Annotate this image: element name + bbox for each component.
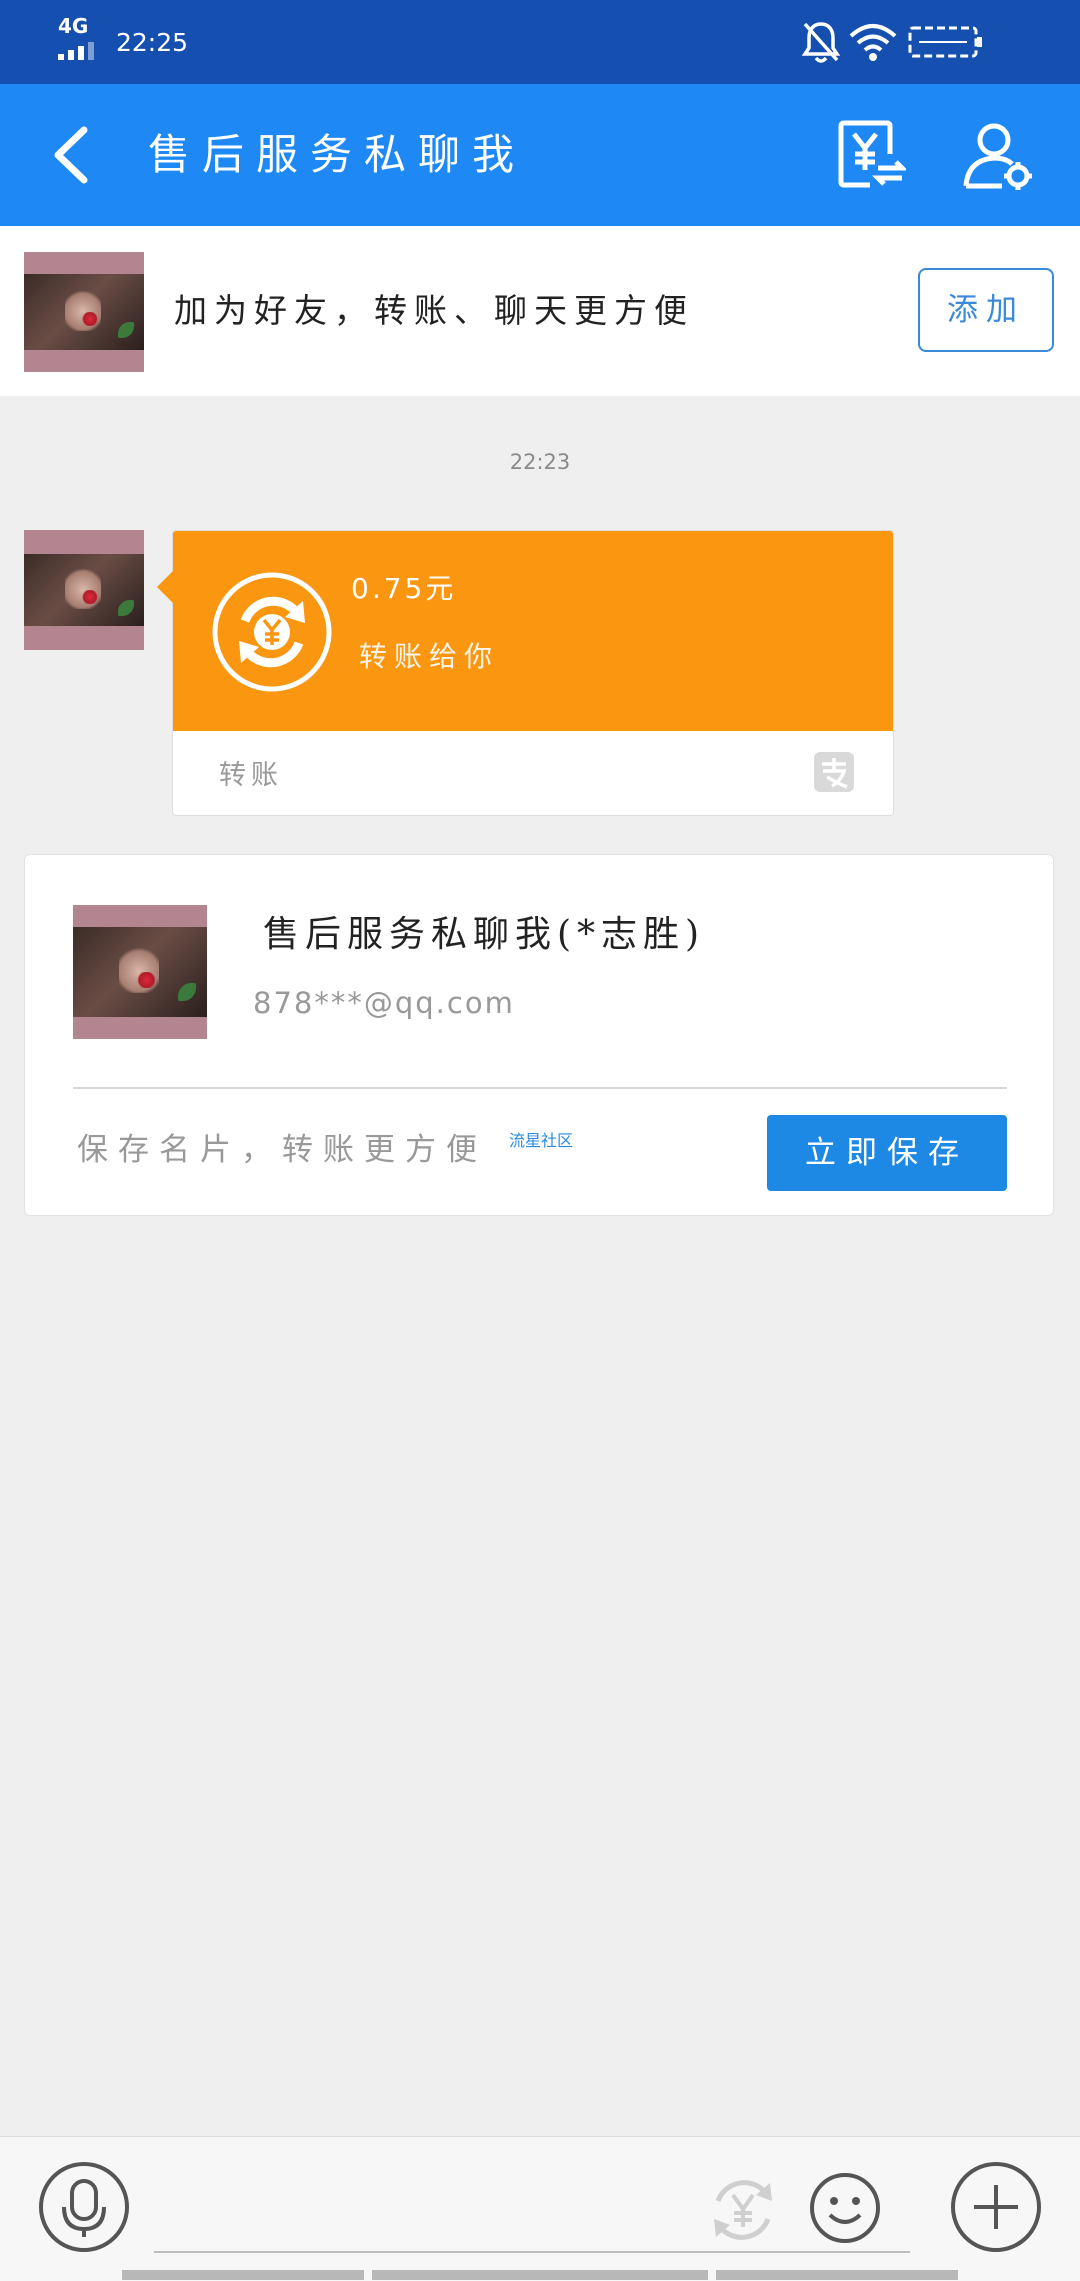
- mute-bell-icon: [801, 22, 841, 63]
- gesture-bar: [0, 2268, 1080, 2280]
- add-friend-button[interactable]: 添加: [918, 268, 1054, 352]
- status-time: 22:25: [116, 28, 189, 57]
- input-bar: [0, 2136, 1080, 2281]
- message-input[interactable]: [154, 2161, 910, 2253]
- signal-icon: [58, 40, 102, 60]
- transfer-money-icon[interactable]: [836, 120, 906, 190]
- network-type: 4G: [58, 14, 89, 38]
- microphone-icon[interactable]: [38, 2161, 130, 2253]
- message-timestamp: 22:23: [509, 450, 571, 474]
- wifi-icon: [849, 24, 897, 61]
- contact-card[interactable]: 售后服务私聊我(*志胜) 878***@qq.com 保存名片，转账更方便 流星…: [24, 854, 1054, 1216]
- divider: [73, 1087, 1007, 1089]
- emoji-icon[interactable]: [808, 2171, 882, 2245]
- card-email: 878***@qq.com: [253, 986, 515, 1020]
- add-friend-banner: 加为好友，转账、聊天更方便 添加: [0, 226, 1080, 396]
- transfer-description: 转账给你: [359, 640, 500, 673]
- status-bar: 4G 22:25: [0, 0, 1080, 84]
- card-name: 售后服务私聊我(*志胜): [263, 914, 706, 955]
- card-avatar: [73, 905, 207, 1039]
- source-tag: 流星社区: [509, 1131, 574, 1150]
- sender-avatar[interactable]: [24, 530, 144, 650]
- transfer-yuan-icon: [212, 572, 332, 692]
- red-packet-transfer-icon[interactable]: [706, 2173, 780, 2247]
- back-arrow-icon[interactable]: [44, 120, 102, 190]
- user-settings-icon[interactable]: [962, 120, 1034, 192]
- transfer-amount: 0.75元: [351, 572, 457, 605]
- save-now-button[interactable]: 立即保存: [767, 1115, 1007, 1191]
- avatar[interactable]: [24, 252, 144, 372]
- battery-icon: [908, 26, 982, 58]
- chat-title: 售后服务私聊我: [148, 130, 527, 179]
- app-bar: 售后服务私聊我: [0, 84, 1080, 226]
- alipay-icon: [814, 752, 854, 792]
- save-card-hint: 保存名片，转账更方便: [77, 1132, 487, 1168]
- plus-icon[interactable]: [950, 2161, 1042, 2253]
- transfer-label: 转账: [219, 760, 283, 791]
- transfer-message[interactable]: 0.75元 转账给你 转账: [157, 530, 894, 816]
- add-friend-text: 加为好友，转账、聊天更方便: [174, 291, 694, 330]
